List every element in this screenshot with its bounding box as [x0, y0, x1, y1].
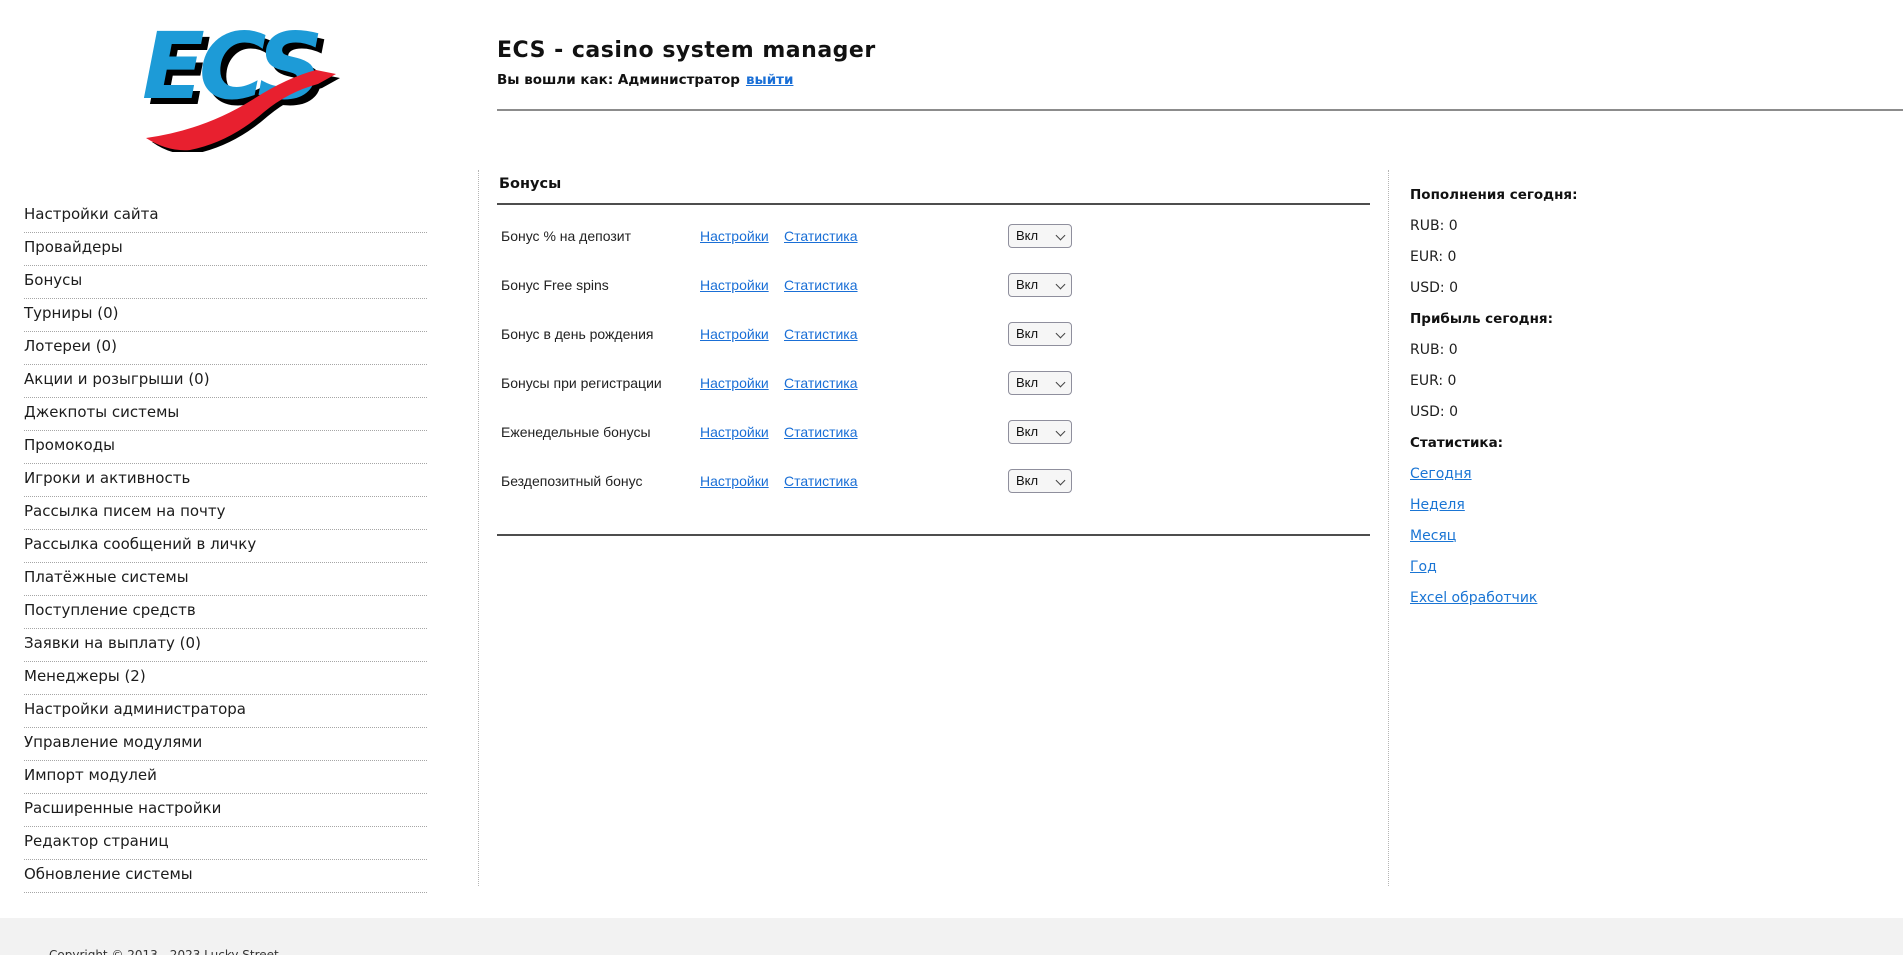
sidebar-item-providers[interactable]: Провайдеры [24, 233, 427, 266]
bonus-statistics-link[interactable]: Статистика [784, 424, 858, 440]
sidebar-item-promotions[interactable]: Акции и розыгрыши (0) [24, 365, 427, 398]
bonus-row-deposit-percent: Бонус % на депозит Настройки Статистика … [497, 211, 1370, 260]
bonus-statistics-link[interactable]: Статистика [784, 473, 858, 489]
bonus-state-select[interactable]: Вкл [1008, 469, 1072, 493]
bonus-settings-link[interactable]: Настройки [700, 424, 769, 440]
bonus-settings-link[interactable]: Настройки [700, 228, 769, 244]
sidebar-item-module-import[interactable]: Импорт модулей [24, 761, 427, 794]
bonus-label: Еженедельные бонусы [497, 424, 651, 440]
bonus-label: Бонусы при регистрации [497, 375, 662, 391]
stats-today-link[interactable]: Сегодня [1410, 466, 1472, 482]
bonus-label: Бонус Free spins [497, 277, 609, 293]
bonus-state-select-wrap: Вкл [1008, 273, 1072, 297]
login-status: Вы вошли как: Администратор выйти [497, 72, 876, 88]
bonus-statistics-link[interactable]: Статистика [784, 228, 858, 244]
stats-excel-link[interactable]: Excel обработчик [1410, 590, 1537, 606]
logout-link[interactable]: выйти [746, 72, 794, 88]
bonus-state-select-wrap: Вкл [1008, 469, 1072, 493]
bonus-row-weekly: Еженедельные бонусы Настройки Статистика… [497, 407, 1370, 456]
bonus-statistics-link[interactable]: Статистика [784, 326, 858, 342]
bonus-row-free-spins: Бонус Free spins Настройки Статистика Вк… [497, 260, 1370, 309]
login-status-text: Вы вошли как: Администратор [497, 72, 740, 88]
sidebar-item-admin-settings[interactable]: Настройки администратора [24, 695, 427, 728]
bonus-state-select-wrap: Вкл [1008, 322, 1072, 346]
header-divider [497, 109, 1903, 111]
deposits-today-usd: USD: 0 [1410, 273, 1870, 304]
bonus-label: Бездепозитный бонус [497, 473, 642, 489]
bonus-state-select[interactable]: Вкл [1008, 273, 1072, 297]
bonus-settings-link[interactable]: Настройки [700, 473, 769, 489]
profit-today-heading: Прибыль сегодня: [1410, 304, 1870, 335]
sidebar-item-payout-requests[interactable]: Заявки на выплату (0) [24, 629, 427, 662]
bonus-state-select-wrap: Вкл [1008, 420, 1072, 444]
bonus-settings-link[interactable]: Настройки [700, 326, 769, 342]
sidebar-item-managers[interactable]: Менеджеры (2) [24, 662, 427, 695]
today-stats-panel: Пополнения сегодня: RUB: 0 EUR: 0 USD: 0… [1410, 180, 1870, 614]
sidebar-item-promocodes[interactable]: Промокоды [24, 431, 427, 464]
stats-month-link[interactable]: Месяц [1410, 528, 1456, 544]
sidebar-item-advanced[interactable]: Расширенные настройки [24, 794, 427, 827]
bonus-row-registration: Бонусы при регистрации Настройки Статист… [497, 358, 1370, 407]
sidebar-item-page-editor[interactable]: Редактор страниц [24, 827, 427, 860]
bonus-state-select-wrap: Вкл [1008, 371, 1072, 395]
bonus-state-select-wrap: Вкл [1008, 224, 1072, 248]
deposits-today-rub: RUB: 0 [1410, 211, 1870, 242]
bonuses-bottom-rule [497, 534, 1370, 536]
profit-today-eur: EUR: 0 [1410, 366, 1870, 397]
bonus-state-select[interactable]: Вкл [1008, 420, 1072, 444]
sidebar-item-tournaments[interactable]: Турниры (0) [24, 299, 427, 332]
bonus-row-birthday: Бонус в день рождения Настройки Статисти… [497, 309, 1370, 358]
bonuses-heading: Бонусы [497, 176, 1370, 192]
bonus-settings-link[interactable]: Настройки [700, 375, 769, 391]
deposits-today-eur: EUR: 0 [1410, 242, 1870, 273]
bonus-settings-link[interactable]: Настройки [700, 277, 769, 293]
sidebar-item-email-mailing[interactable]: Рассылка писем на почту [24, 497, 427, 530]
sidebar-item-module-manage[interactable]: Управление модулями [24, 728, 427, 761]
bonuses-top-rule [497, 203, 1370, 205]
sidebar-nav: Настройки сайта Провайдеры Бонусы Турнир… [24, 200, 427, 893]
sidebar-item-jackpots[interactable]: Джекпоты системы [24, 398, 427, 431]
sidebar-item-bonuses[interactable]: Бонусы [24, 266, 427, 299]
svg-text:ECS: ECS [142, 13, 319, 120]
bonus-label: Бонус % на депозит [497, 228, 631, 244]
ecs-logo[interactable]: ECS ECS [138, 12, 348, 152]
sidebar-item-payment-systems[interactable]: Платёжные системы [24, 563, 427, 596]
bonus-statistics-link[interactable]: Статистика [784, 375, 858, 391]
bonus-rows: Бонус % на депозит Настройки Статистика … [497, 211, 1370, 505]
ecs-logo-graphic: ECS ECS [138, 12, 348, 152]
stats-year-link[interactable]: Год [1410, 559, 1437, 575]
sidebar-item-lotteries[interactable]: Лотереи (0) [24, 332, 427, 365]
footer: Copyright © 2013—2023 Lucky Street [0, 918, 1903, 955]
sidebar-item-pm-mailing[interactable]: Рассылка сообщений в личку [24, 530, 427, 563]
stats-week-link[interactable]: Неделя [1410, 497, 1465, 513]
content-right-divider [1388, 170, 1389, 886]
content-left-divider [478, 170, 479, 886]
deposits-today-heading: Пополнения сегодня: [1410, 180, 1870, 211]
statistics-heading: Статистика: [1410, 428, 1870, 459]
copyright-text: Copyright © 2013—2023 Lucky Street [49, 948, 279, 955]
header: ECS - casino system manager Вы вошли как… [497, 38, 876, 88]
sidebar-item-incoming-funds[interactable]: Поступление средств [24, 596, 427, 629]
page-title: ECS - casino system manager [497, 38, 876, 63]
bonus-state-select[interactable]: Вкл [1008, 322, 1072, 346]
bonus-label: Бонус в день рождения [497, 326, 654, 342]
bonus-state-select[interactable]: Вкл [1008, 371, 1072, 395]
bonus-row-no-deposit: Бездепозитный бонус Настройки Статистика… [497, 456, 1370, 505]
sidebar-item-players-activity[interactable]: Игроки и активность [24, 464, 427, 497]
sidebar-item-system-update[interactable]: Обновление системы [24, 860, 427, 893]
sidebar-item-site-settings[interactable]: Настройки сайта [24, 200, 427, 233]
bonus-statistics-link[interactable]: Статистика [784, 277, 858, 293]
bonus-state-select[interactable]: Вкл [1008, 224, 1072, 248]
profit-today-rub: RUB: 0 [1410, 335, 1870, 366]
profit-today-usd: USD: 0 [1410, 397, 1870, 428]
bonuses-panel: Бонусы Бонус % на депозит Настройки Стат… [497, 176, 1370, 536]
